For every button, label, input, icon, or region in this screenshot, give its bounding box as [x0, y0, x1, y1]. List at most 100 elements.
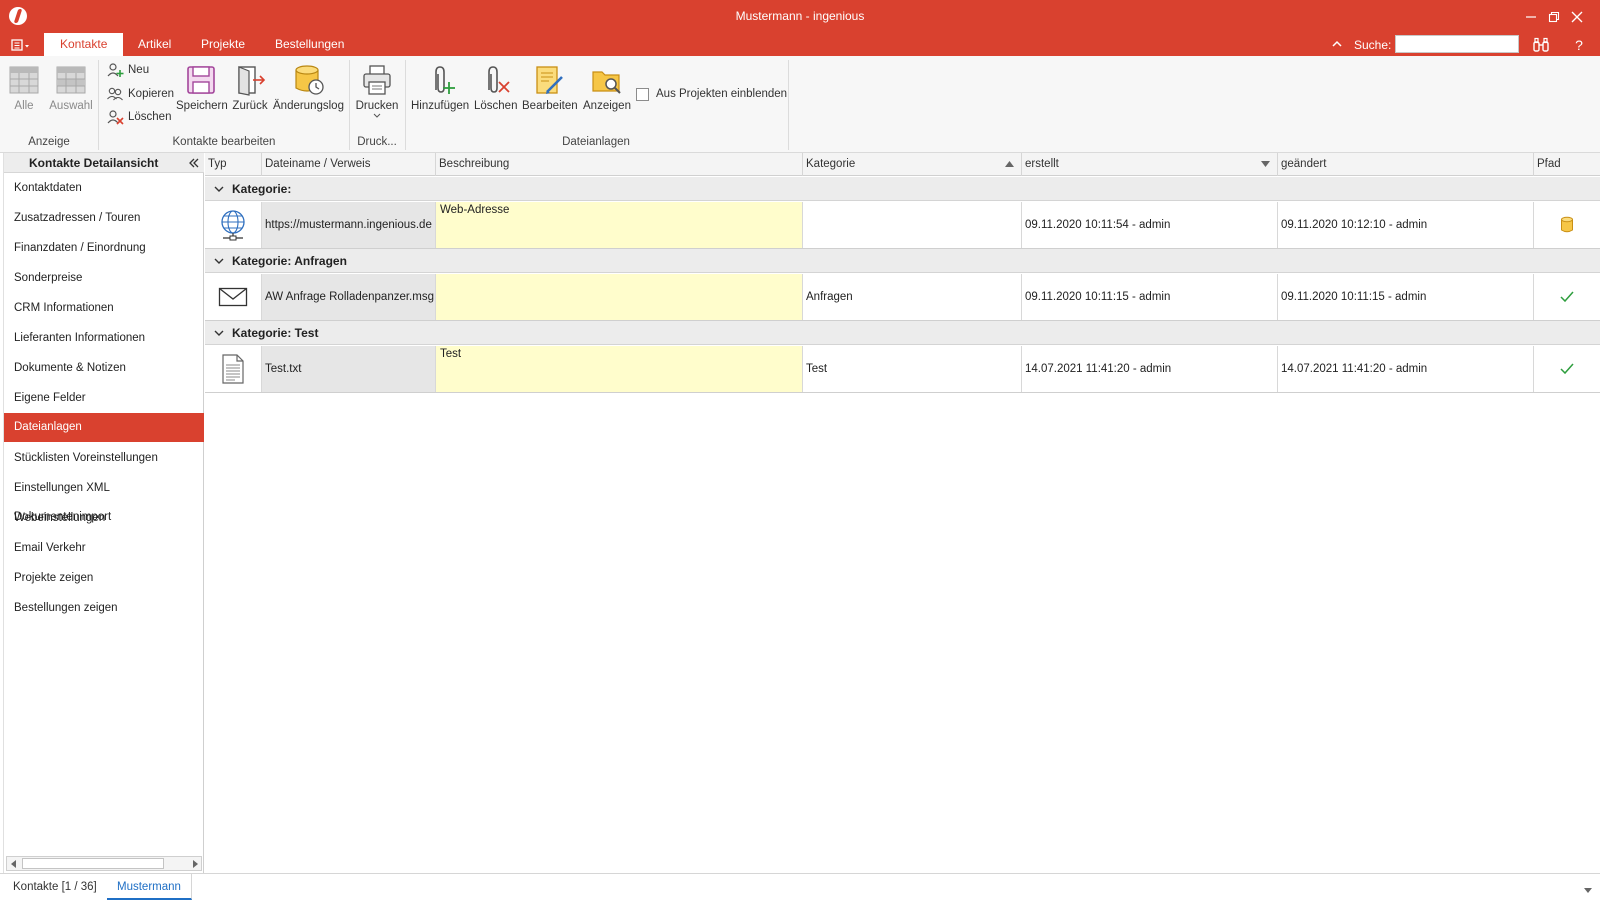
group-row[interactable]: Kategorie: Anfragen	[205, 249, 1600, 273]
alle-label: Alle	[14, 100, 34, 112]
tab-list-dropdown-icon[interactable]	[1584, 882, 1592, 896]
type-cell	[205, 274, 262, 320]
group-label-druck: Druck...	[357, 136, 397, 148]
nav-item-webeinstellungen[interactable]: Webeinstellungen	[4, 504, 204, 533]
nav-item-sonderpreise[interactable]: Sonderpreise	[4, 264, 204, 293]
aenderungslog-button[interactable]: Änderungslog	[273, 64, 344, 112]
group-row[interactable]: Kategorie:	[205, 177, 1600, 201]
app-menu-button[interactable]	[10, 36, 34, 53]
tab-artikel[interactable]: Artikel	[122, 33, 187, 56]
aus-projekten-label: Aus Projekten einblenden	[656, 88, 788, 100]
nav-item-projekte[interactable]: Projekte zeigen	[4, 564, 204, 593]
tab-projekte[interactable]: Projekte	[185, 33, 261, 56]
filename-cell[interactable]: https://mustermann.ingenious.de	[262, 202, 436, 248]
nav-item-zusatzadressen[interactable]: Zusatzadressen / Touren	[4, 204, 204, 233]
nav-item-email[interactable]: Email Verkehr	[4, 534, 204, 563]
attach-add-icon	[435, 66, 455, 94]
description-cell[interactable]: Web-Adresse	[436, 202, 803, 248]
aus-projekten-checkbox[interactable]	[636, 88, 649, 101]
loeschen-kontakt-button[interactable]: Löschen	[106, 106, 171, 128]
chevron-down-icon	[214, 186, 224, 192]
column-header-kategorie[interactable]: Kategorie	[803, 153, 1022, 176]
edit-document-icon	[536, 66, 563, 94]
table-row[interactable]: Test.txt Test Test 14.07.2021 11:41:20 -…	[205, 346, 1600, 393]
kopieren-button[interactable]: Kopieren	[106, 83, 174, 105]
tab-mustermann[interactable]: Mustermann	[107, 874, 192, 900]
group-separator	[405, 60, 406, 150]
help-button[interactable]: ?	[1568, 35, 1590, 54]
created-cell[interactable]: 09.11.2020 10:11:15 - admin	[1022, 274, 1278, 320]
path-cell[interactable]	[1534, 274, 1600, 320]
horizontal-scrollbar[interactable]	[6, 856, 202, 871]
nav-item-eigene-felder[interactable]: Eigene Felder	[4, 384, 204, 413]
neu-button[interactable]: Neu	[106, 59, 149, 81]
table-row[interactable]: AW Anfrage Rolladenpanzer.msg Anfragen 0…	[205, 274, 1600, 321]
table-row[interactable]: https://mustermann.ingenious.de Web-Adre…	[205, 202, 1600, 249]
group-row[interactable]: Kategorie: Test	[205, 321, 1600, 345]
text-file-icon	[222, 354, 244, 384]
column-header-beschreibung[interactable]: Beschreibung	[436, 153, 803, 176]
scrollbar-thumb[interactable]	[22, 858, 164, 869]
scroll-right-icon[interactable]	[188, 857, 202, 870]
category-cell[interactable]	[803, 202, 1022, 248]
bearbeiten-button[interactable]: Bearbeiten	[522, 64, 578, 112]
tab-kontakte-liste[interactable]: Kontakte [1 / 36]	[3, 874, 108, 900]
speichern-button[interactable]: Speichern	[176, 64, 228, 112]
filename-cell[interactable]: AW Anfrage Rolladenpanzer.msg	[262, 274, 436, 320]
zurueck-button[interactable]: Zurück	[231, 64, 269, 112]
nav-item-dokumente[interactable]: Dokumente & Notizen	[4, 354, 204, 383]
group-separator	[788, 60, 789, 150]
modified-cell[interactable]: 09.11.2020 10:12:10 - admin	[1278, 202, 1534, 248]
alle-button[interactable]: Alle	[7, 64, 41, 112]
tab-bestellungen[interactable]: Bestellungen	[259, 33, 360, 56]
collapse-panel-icon[interactable]	[187, 156, 201, 170]
hinzufuegen-button[interactable]: Hinzufügen	[411, 64, 469, 112]
chevron-down-icon	[214, 258, 224, 264]
nav-item-bestellungen[interactable]: Bestellungen zeigen	[4, 594, 204, 623]
auswahl-button[interactable]: Auswahl	[49, 64, 93, 112]
column-header-pfad[interactable]: Pfad	[1534, 153, 1600, 176]
category-cell[interactable]: Anfragen	[803, 274, 1022, 320]
column-header-erstellt[interactable]: erstellt	[1022, 153, 1278, 176]
kopieren-label: Kopieren	[128, 88, 175, 100]
binoculars-icon[interactable]	[1530, 35, 1552, 54]
close-icon[interactable]	[1554, 0, 1600, 33]
delete-user-icon	[107, 110, 124, 125]
drucken-button[interactable]: Drucken	[354, 64, 400, 118]
auswahl-label: Auswahl	[49, 100, 93, 112]
tab-kontakte[interactable]: Kontakte	[44, 33, 124, 56]
sort-ascending-icon	[1005, 161, 1014, 167]
created-cell[interactable]: 14.07.2021 11:41:20 - admin	[1022, 346, 1278, 392]
nav-item-xml-import[interactable]: Einstellungen XML Dokumentenimport	[4, 474, 204, 523]
modified-cell[interactable]: 14.07.2021 11:41:20 - admin	[1278, 346, 1534, 392]
nav-item-dateianlagen[interactable]: Dateianlagen	[4, 413, 204, 442]
category-cell[interactable]: Test	[803, 346, 1022, 392]
chevron-down-icon	[373, 113, 381, 118]
loeschen-anlage-button[interactable]: Löschen	[474, 64, 517, 112]
table-grid-icon	[9, 66, 39, 94]
modified-cell[interactable]: 09.11.2020 10:11:15 - admin	[1278, 274, 1534, 320]
filename-cell[interactable]: Test.txt	[262, 346, 436, 392]
anzeigen-button[interactable]: Anzeigen	[583, 64, 631, 112]
document-tab-bar: Kontakte [1 / 36] Mustermann	[0, 873, 1600, 900]
column-header-geaendert[interactable]: geändert	[1278, 153, 1534, 176]
loeschen-kontakt-label: Löschen	[128, 111, 172, 123]
path-cell[interactable]	[1534, 202, 1600, 248]
search-input[interactable]	[1395, 35, 1519, 53]
nav-item-lieferanten[interactable]: Lieferanten Informationen	[4, 324, 204, 353]
path-cell[interactable]	[1534, 346, 1600, 392]
collapse-ribbon-icon[interactable]	[1330, 37, 1344, 51]
nav-item-crm[interactable]: CRM Informationen	[4, 294, 204, 323]
created-cell[interactable]: 09.11.2020 10:11:54 - admin	[1022, 202, 1278, 248]
column-header-kategorie-label: Kategorie	[806, 158, 856, 170]
nav-item-finanzdaten[interactable]: Finanzdaten / Einordnung	[4, 234, 204, 263]
column-header-typ[interactable]: Typ	[205, 153, 262, 176]
scroll-left-icon[interactable]	[7, 857, 21, 870]
neu-label: Neu	[128, 64, 150, 76]
column-header-dateiname[interactable]: Dateiname / Verweis	[262, 153, 436, 176]
nav-item-kontaktdaten[interactable]: Kontaktdaten	[4, 174, 204, 203]
nav-item-stuecklisten[interactable]: Stücklisten Voreinstellungen	[4, 444, 204, 473]
description-cell[interactable]	[436, 274, 803, 320]
description-cell[interactable]: Test	[436, 346, 803, 392]
group-label: Kategorie:	[232, 182, 292, 196]
